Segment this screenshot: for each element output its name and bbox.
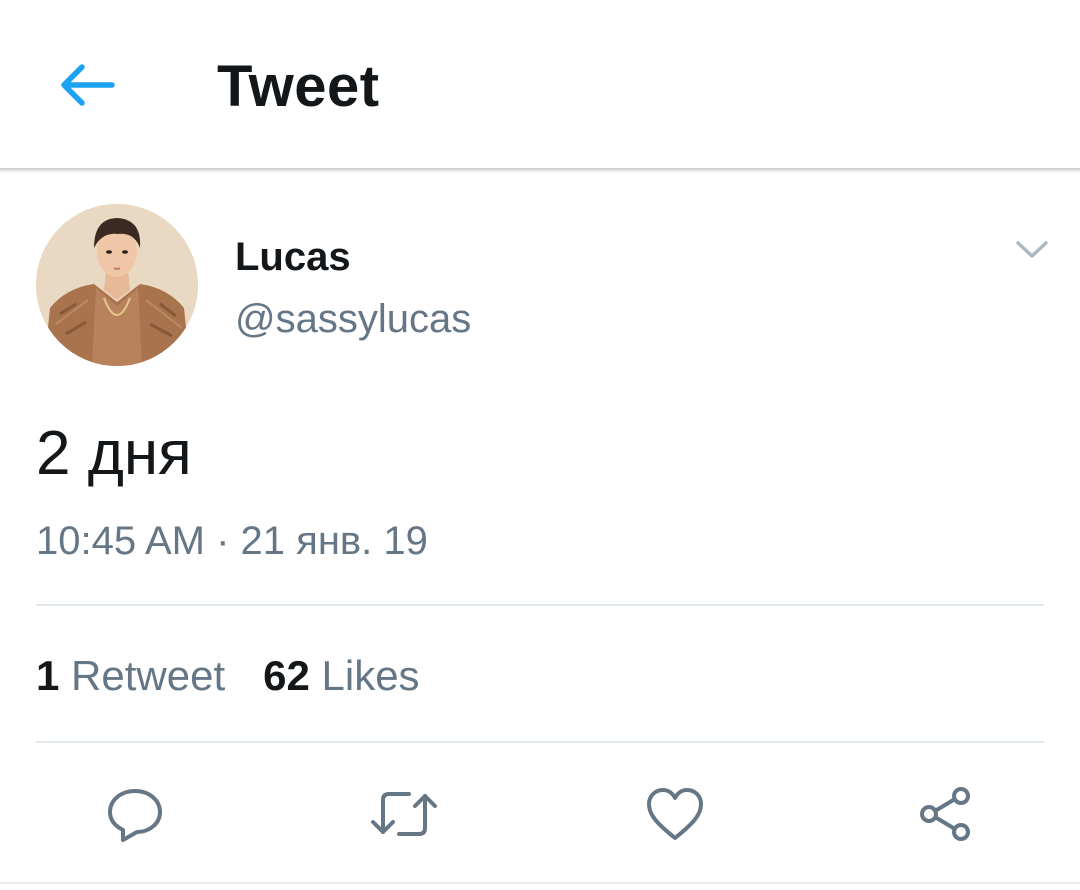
- retweets-stat[interactable]: 1 Retweet: [36, 652, 225, 699]
- like-heart-icon: [647, 788, 703, 840]
- reply-button[interactable]: [99, 778, 171, 850]
- tweet-timestamp: 10:45 AM · 21 янв. 19: [36, 519, 428, 563]
- retweets-label: Retweet: [71, 652, 226, 699]
- avatar[interactable]: [36, 204, 198, 366]
- avatar-photo: [36, 204, 198, 366]
- chevron-down-icon: [1016, 241, 1048, 258]
- page-title: Tweet: [217, 54, 380, 119]
- bottom-divider: [0, 882, 1080, 884]
- like-button[interactable]: [639, 778, 711, 850]
- reply-icon: [108, 789, 162, 842]
- likes-stat[interactable]: 62 Likes: [263, 652, 419, 699]
- tweet-detail-screen: Tweet Lucas @sassylucas 2 дня 10:45 AM ·…: [0, 0, 1080, 890]
- likes-label: Likes: [321, 652, 420, 699]
- share-icon: [920, 787, 970, 841]
- tweet-options-button[interactable]: [1008, 228, 1056, 272]
- top-bar: Tweet: [0, 0, 1080, 168]
- header-divider: [0, 168, 1080, 174]
- back-arrow-icon: [61, 64, 115, 106]
- divider: [36, 604, 1044, 606]
- retweets-count: 1: [36, 652, 60, 699]
- share-button[interactable]: [909, 778, 981, 850]
- tweet-text: 2 дня: [36, 419, 192, 488]
- retweet-icon: [371, 792, 437, 836]
- tweet-stats: 1 Retweet 62 Likes: [36, 650, 420, 702]
- tweet-actions-bar: [0, 770, 1080, 854]
- retweet-button[interactable]: [368, 778, 440, 850]
- author-name[interactable]: Lucas: [235, 232, 351, 282]
- author-handle[interactable]: @sassylucas: [235, 294, 471, 344]
- back-button[interactable]: [50, 52, 122, 118]
- divider: [36, 741, 1044, 743]
- likes-count: 62: [263, 652, 310, 699]
